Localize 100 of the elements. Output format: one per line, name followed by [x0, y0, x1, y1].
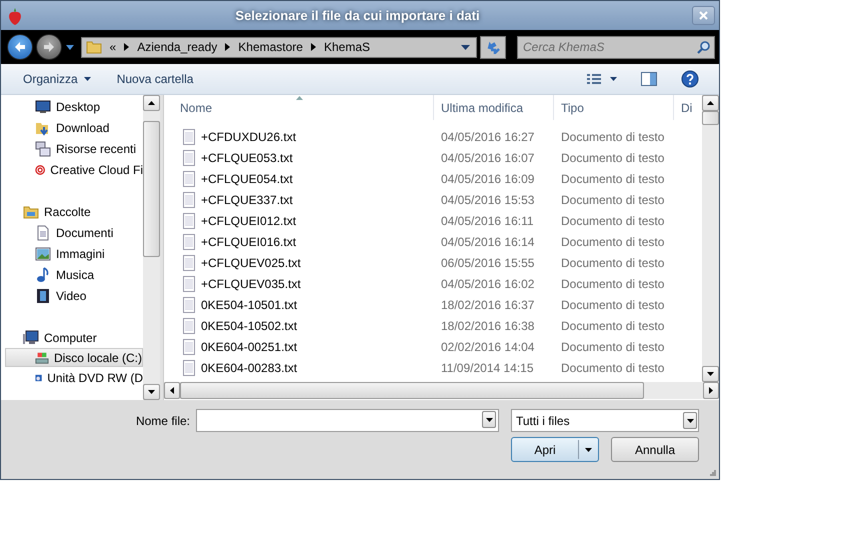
- table-cell-text: 04/05/2016 16:27: [440, 130, 536, 144]
- scroll-right-button[interactable]: [703, 382, 719, 399]
- vertical-scrollbar[interactable]: [702, 95, 719, 382]
- folder-icon: [86, 39, 102, 55]
- breadcrumb[interactable]: Khemastore: [238, 40, 303, 54]
- file-name[interactable]: 0KE504-10501.txt: [201, 298, 298, 312]
- column-header[interactable]: Ultima modifica: [434, 95, 554, 120]
- window-title: Selezionare il file da cui importare i dati: [234, 8, 481, 23]
- up-arrow-icon: [707, 101, 714, 105]
- column-header[interactable]: Tipo: [554, 95, 674, 120]
- sidebar-item[interactable]: Disco locale (C:): [5, 348, 143, 367]
- address-field[interactable]: « Azienda_ready Khemastore KhemaS: [80, 36, 478, 58]
- overflow-chevron[interactable]: «: [110, 40, 116, 54]
- file-name[interactable]: 0KE604-00283.txt: [201, 360, 298, 374]
- down-arrow-icon: [148, 390, 155, 394]
- vertical-scrollbar[interactable]: [143, 95, 160, 400]
- right-arrow-icon: [42, 41, 55, 53]
- refresh-arrows-icon: [485, 40, 502, 54]
- sidebar-item[interactable]: Creative Cloud Fi: [1, 159, 143, 180]
- table-cell-text: 18/02/2016 16:38: [440, 318, 536, 332]
- scroll-thumb[interactable]: [143, 121, 160, 257]
- toolbar-button[interactable]: Nuova cartella: [108, 69, 202, 89]
- table-cell-text: 02/02/2016 14:04: [440, 340, 536, 354]
- scroll-thumb[interactable]: [702, 111, 719, 125]
- triangle-separator-icon[interactable]: [124, 43, 130, 51]
- table-cell-text: Documento di testo: [560, 234, 666, 248]
- table-cell-text: Documento di testo: [560, 192, 666, 206]
- dropdown-arrow-icon[interactable]: [461, 44, 470, 50]
- left-arrow-icon: [14, 41, 26, 53]
- strawberry-icon: [7, 6, 23, 24]
- sidebar-item[interactable]: Desktop: [1, 96, 143, 117]
- resize-grip-icon[interactable]: [710, 470, 716, 476]
- dropdown-arrow-icon: [486, 418, 492, 422]
- text-file-icon: [183, 254, 195, 270]
- sidebar-item[interactable]: Documenti: [1, 222, 143, 243]
- menu-button[interactable]: Organizza: [15, 69, 99, 89]
- sidebar-item[interactable]: Computer: [1, 327, 143, 348]
- scroll-left-button[interactable]: [164, 382, 180, 399]
- table-cell-text: Documento di testo: [560, 214, 666, 228]
- sidebar-item[interactable]: Risorse recenti: [1, 138, 143, 159]
- column-header[interactable]: Di: [674, 95, 700, 120]
- table-cell-text: 04/05/2016 16:11: [440, 214, 535, 228]
- close-button[interactable]: [692, 6, 715, 25]
- triangle-separator-icon[interactable]: [225, 43, 230, 51]
- table-cell-text: 06/05/2016 15:55: [440, 256, 536, 270]
- filename-field[interactable]: [196, 409, 499, 432]
- right-arrow-icon: [709, 387, 713, 394]
- table-cell-text: Documento di testo: [560, 360, 666, 374]
- breadcrumb[interactable]: KhemaS: [324, 40, 370, 54]
- down-arrow-icon: [707, 372, 714, 376]
- scroll-up-button[interactable]: [702, 95, 719, 111]
- sidebar-item[interactable]: Unità DVD RW (D: [1, 367, 143, 388]
- file-name[interactable]: +CFLQUEI016.txt: [201, 234, 296, 248]
- cancel-button[interactable]: Annulla: [611, 437, 699, 462]
- table-cell-text: Documento di testo: [560, 130, 666, 144]
- breadcrumb[interactable]: Azienda_ready: [137, 40, 218, 54]
- history-dropdown-icon[interactable]: [66, 44, 74, 50]
- dropdown-button[interactable]: [482, 411, 496, 428]
- forward-button[interactable]: [36, 34, 62, 60]
- file-name[interactable]: +CFLQUEV035.txt: [201, 276, 301, 290]
- open-button[interactable]: Apri: [511, 437, 599, 462]
- table-cell-text: Documento di testo: [560, 150, 666, 164]
- sidebar-item[interactable]: Musica: [1, 264, 143, 285]
- scroll-thumb[interactable]: [180, 382, 644, 399]
- refresh-button[interactable]: [480, 36, 506, 58]
- table-cell-text: Documento di testo: [560, 256, 666, 270]
- file-name[interactable]: 0KE504-10502.txt: [201, 318, 298, 332]
- file-name[interactable]: +CFLQUEV025.txt: [201, 256, 301, 270]
- triangle-separator-icon[interactable]: [310, 43, 316, 51]
- sidebar-item[interactable]: Video: [1, 285, 143, 306]
- text-file-icon: [183, 296, 195, 312]
- scroll-down-button[interactable]: [702, 366, 719, 382]
- sidebar-item[interactable]: Download: [1, 117, 143, 138]
- file-name[interactable]: +CFLQUE054.txt: [201, 172, 293, 186]
- caret-icon: [585, 448, 592, 452]
- file-type-dropdown[interactable]: Tutti i files: [511, 409, 699, 432]
- scroll-down-button[interactable]: [143, 384, 160, 400]
- help-icon: [681, 70, 699, 88]
- left-arrow-icon: [170, 387, 174, 394]
- text-file-icon: [183, 318, 195, 334]
- file-name[interactable]: +CFLQUE053.txt: [201, 150, 293, 164]
- sidebar-item[interactable]: Raccolte: [1, 201, 143, 222]
- text-file-icon: [183, 192, 195, 208]
- dropdown-button[interactable]: [683, 412, 697, 429]
- file-name[interactable]: 0KE604-00251.txt: [201, 340, 298, 354]
- file-name[interactable]: +CFLQUEI012.txt: [201, 214, 296, 228]
- sidebar-item[interactable]: Immagini: [1, 243, 143, 264]
- file-name[interactable]: +CFLQUE337.txt: [201, 192, 293, 206]
- file-name[interactable]: +CFDUXDU26.txt: [201, 130, 296, 144]
- horizontal-scrollbar[interactable]: [164, 382, 719, 399]
- table-cell-text: Documento di testo: [560, 318, 666, 332]
- back-button[interactable]: [7, 34, 33, 60]
- column-header[interactable]: Nome: [164, 95, 434, 120]
- scroll-up-button[interactable]: [143, 95, 160, 111]
- table-cell-text: Documento di testo: [560, 276, 666, 290]
- search-icon: [697, 40, 710, 54]
- table-cell-text: Documento di testo: [560, 172, 666, 186]
- table-cell-text: Documento di testo: [560, 298, 666, 312]
- search-field[interactable]: Cerca KhemaS: [517, 36, 716, 58]
- desktop-icon: [35, 98, 51, 114]
